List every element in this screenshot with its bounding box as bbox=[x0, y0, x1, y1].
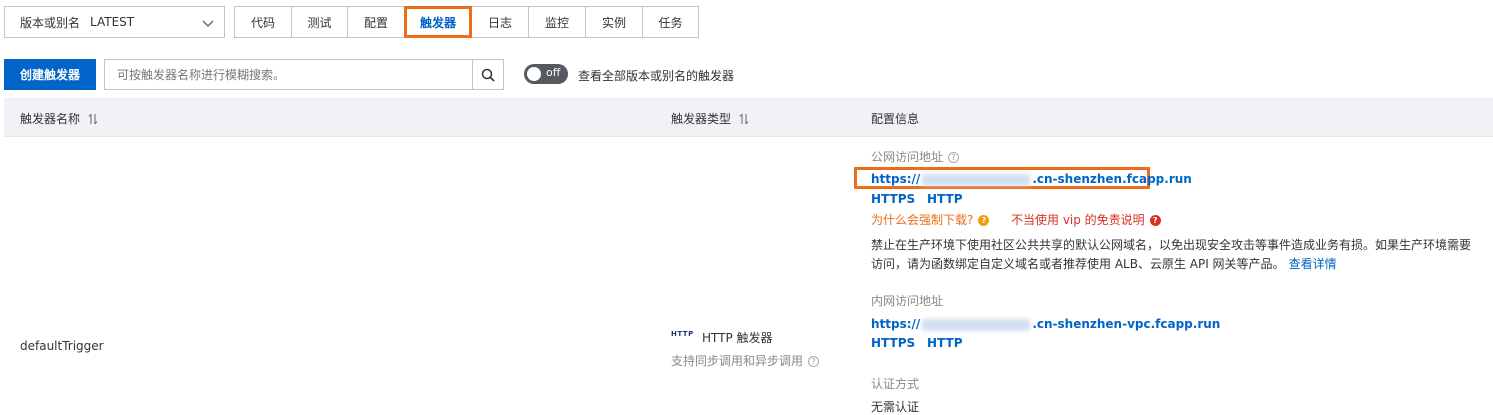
private-http-link[interactable]: HTTP bbox=[927, 336, 962, 350]
redacted-segment bbox=[922, 173, 1031, 186]
help-icon[interactable]: ? bbox=[808, 356, 820, 367]
forced-download-warning[interactable]: 为什么会强制下载?? bbox=[871, 211, 990, 228]
private-https-link[interactable]: HTTPS bbox=[871, 336, 915, 350]
public-https-link[interactable]: HTTPS bbox=[871, 192, 915, 206]
table-header: 触发器名称 触发器类型 配置信息 bbox=[4, 98, 1493, 137]
auth-value: 无需认证 bbox=[871, 400, 920, 414]
vip-disclaimer-warning[interactable]: 不当使用 vip 的免责说明? bbox=[1011, 211, 1161, 228]
redacted-segment bbox=[922, 318, 1031, 331]
tab-config[interactable]: 配置 bbox=[347, 6, 405, 38]
tab-monitoring[interactable]: 监控 bbox=[528, 6, 586, 38]
version-select-value: LATEST bbox=[90, 15, 135, 29]
trigger-type-desc: 支持同步调用和异步调用? bbox=[671, 352, 820, 369]
column-header-type: 触发器类型 bbox=[671, 110, 749, 127]
toggle-label: 查看全部版本或别名的触发器 bbox=[578, 69, 735, 83]
domain-notice-line1: 禁止在生产环境下使用社区公共共享的默认公网域名，以免出现安全攻击等事件造成业务有… bbox=[871, 238, 1472, 252]
version-select-label: 版本或别名 bbox=[20, 15, 81, 30]
warning-icon: ? bbox=[978, 215, 990, 226]
http-icon: HTTP bbox=[671, 330, 694, 338]
private-address-title: 内网访问地址 bbox=[871, 294, 944, 308]
auth-title: 认证方式 bbox=[871, 377, 920, 391]
table-row bbox=[4, 137, 1493, 415]
trigger-search-input[interactable] bbox=[104, 59, 473, 90]
tab-logs[interactable]: 日志 bbox=[471, 6, 529, 38]
create-trigger-button[interactable]: 创建触发器 bbox=[4, 59, 96, 90]
domain-notice-line2: 访问，请为函数绑定自定义域名或者推荐使用 ALB、云原生 API 网关等产品。查… bbox=[871, 257, 1337, 271]
tab-test[interactable]: 测试 bbox=[291, 6, 348, 38]
toggle-knob bbox=[527, 67, 541, 81]
sort-icon[interactable] bbox=[88, 113, 98, 125]
tab-instances[interactable]: 实例 bbox=[585, 6, 643, 38]
view-details-link[interactable]: 查看详情 bbox=[1289, 257, 1337, 271]
public-address-title: 公网访问地址? bbox=[871, 148, 960, 165]
tab-tasks[interactable]: 任务 bbox=[642, 6, 699, 38]
trigger-name: defaultTrigger bbox=[20, 339, 104, 353]
public-http-link[interactable]: HTTP bbox=[927, 192, 962, 206]
warning-icon: ? bbox=[1149, 215, 1161, 226]
private-url-link[interactable]: https://.cn-shenzhen-vpc.fcapp.run bbox=[871, 317, 1220, 331]
search-button[interactable] bbox=[472, 59, 504, 90]
version-select[interactable]: 版本或别名 LATEST bbox=[4, 6, 225, 38]
toggle-state-text: off bbox=[546, 66, 561, 79]
tab-code[interactable]: 代码 bbox=[234, 6, 292, 38]
help-icon[interactable]: ? bbox=[948, 152, 960, 163]
tab-triggers[interactable]: 触发器 bbox=[404, 6, 472, 38]
show-all-versions-toggle[interactable]: off bbox=[524, 64, 568, 84]
trigger-type-label: HTTP 触发器 bbox=[702, 331, 773, 345]
public-url-link[interactable]: https://.cn-shenzhen.fcapp.run bbox=[871, 172, 1192, 186]
column-header-config: 配置信息 bbox=[871, 112, 920, 126]
search-icon bbox=[481, 68, 495, 82]
column-header-name: 触发器名称 bbox=[20, 110, 98, 127]
chevron-down-icon bbox=[202, 20, 214, 27]
function-tabs: 代码 测试 配置 触发器 日志 监控 实例 任务 bbox=[234, 6, 699, 38]
sort-icon[interactable] bbox=[739, 113, 749, 125]
